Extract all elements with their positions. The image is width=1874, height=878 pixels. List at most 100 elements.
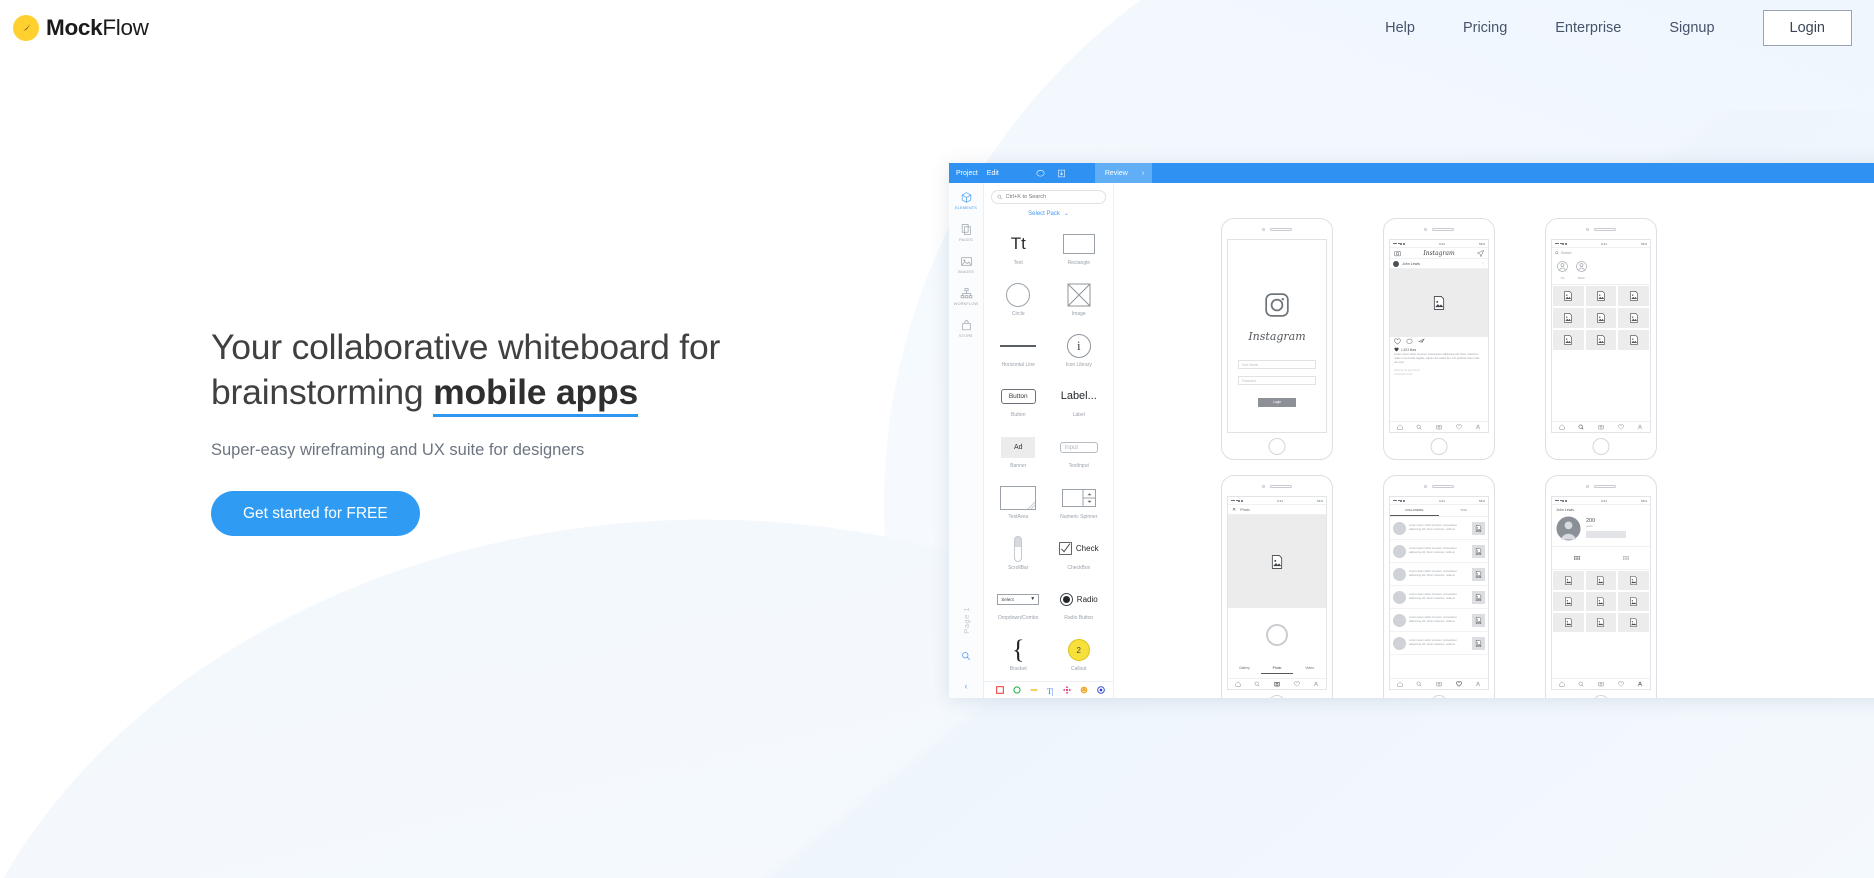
home-icon[interactable] xyxy=(1235,681,1241,687)
palette-item-circle[interactable]: Circle xyxy=(988,275,1049,325)
square-tool-icon[interactable] xyxy=(996,681,1004,698)
move-tool-icon[interactable] xyxy=(1062,681,1071,698)
grid-cell[interactable] xyxy=(1617,591,1650,612)
profile-action-button[interactable] xyxy=(1586,531,1626,538)
camera-icon[interactable] xyxy=(1274,681,1280,687)
grid-view-icon[interactable] xyxy=(1552,547,1601,569)
topbar-menu-edit[interactable]: Edit xyxy=(987,170,999,177)
list-item[interactable]: Lorem ipsum dolor sit amet, consectetur … xyxy=(1390,540,1488,563)
chevron-left-icon[interactable]: ‹ xyxy=(965,681,968,691)
nav-link-signup[interactable]: Signup xyxy=(1645,12,1738,44)
home-icon[interactable] xyxy=(1559,681,1565,687)
magnifier-icon[interactable] xyxy=(961,648,971,666)
tab-you[interactable]: YOU xyxy=(1439,505,1488,516)
sidebar-item-elements[interactable]: ELEMENTS xyxy=(949,191,983,210)
share-icon[interactable] xyxy=(1418,338,1425,345)
grid-cell[interactable] xyxy=(1552,307,1585,329)
list-item[interactable]: Lorem ipsum dolor sit amet, consectetur … xyxy=(1390,632,1488,655)
palette-item-textarea[interactable]: TextArea xyxy=(988,478,1049,528)
grid-cell[interactable] xyxy=(1617,570,1650,591)
camera-icon[interactable] xyxy=(1394,250,1401,257)
heart-icon[interactable] xyxy=(1394,338,1401,345)
shutter-button[interactable] xyxy=(1266,624,1288,646)
grid-cell[interactable] xyxy=(1584,307,1618,329)
camera-icon[interactable] xyxy=(1436,424,1442,430)
heart-icon[interactable] xyxy=(1455,424,1462,430)
login-submit-button[interactable]: Login xyxy=(1258,398,1296,407)
grid-cell[interactable] xyxy=(1617,329,1650,351)
password-field[interactable]: Password xyxy=(1238,376,1316,385)
sidebar-item-store[interactable]: STORE xyxy=(949,319,983,338)
wireframe-screen-profile[interactable]: 9:41 54% John Lewis 200 posts xyxy=(1545,475,1657,698)
nav-link-help[interactable]: Help xyxy=(1361,12,1439,44)
list-item[interactable]: Lorem ipsum dolor sit amet, consectetur … xyxy=(1390,586,1488,609)
camera-icon[interactable] xyxy=(1598,424,1604,430)
grid-cell[interactable] xyxy=(1584,591,1618,612)
grid-cell[interactable] xyxy=(1584,285,1618,307)
palette-search-input[interactable] xyxy=(1005,194,1100,200)
palette-item-icon-library[interactable]: i Icon Library xyxy=(1049,326,1110,376)
grid-cell[interactable] xyxy=(1617,285,1650,307)
list-item[interactable]: Lorem ipsum dolor sit amet, consectetur … xyxy=(1390,517,1488,540)
search-icon[interactable] xyxy=(1416,681,1422,687)
circle-tool-icon[interactable] xyxy=(1013,681,1021,698)
select-pack-dropdown[interactable]: Select Pack ⌄ xyxy=(984,210,1113,218)
palette-item-banner[interactable]: Ad Banner xyxy=(988,427,1049,477)
story-item[interactable]: Tim xyxy=(1557,259,1568,280)
design-canvas[interactable]: Instagram User Name Password Login 9:41 … xyxy=(1114,183,1874,698)
close-icon[interactable]: ✕ xyxy=(1232,507,1236,513)
grid-cell[interactable] xyxy=(1552,329,1585,351)
grid-cell[interactable] xyxy=(1552,570,1585,591)
list-item[interactable]: Lorem ipsum dolor sit amet, consectetur … xyxy=(1390,609,1488,632)
story-item[interactable]: Berlin xyxy=(1576,259,1587,280)
more-icon[interactable]: ⋮ xyxy=(1481,261,1485,266)
tab-video[interactable]: Video xyxy=(1293,663,1326,674)
grid-cell[interactable] xyxy=(1584,570,1618,591)
login-button[interactable]: Login xyxy=(1762,9,1852,46)
grid-cell[interactable] xyxy=(1617,307,1650,329)
palette-item-rectangle[interactable]: Rectangle xyxy=(1049,224,1110,274)
wireframe-screen-explore[interactable]: 9:41 54% Search Tim Berlin xyxy=(1545,218,1657,460)
text-tool-icon[interactable]: T| xyxy=(1047,681,1054,698)
export-icon[interactable] xyxy=(1057,169,1066,178)
palette-item-numeric-spinner[interactable]: Numeric Spinner xyxy=(1049,478,1110,528)
camera-icon[interactable] xyxy=(1436,681,1442,687)
brand-logo[interactable]: MockFlow xyxy=(13,14,149,41)
home-icon[interactable] xyxy=(1397,681,1403,687)
explore-search[interactable]: Search xyxy=(1552,248,1650,257)
palette-item-image[interactable]: Image xyxy=(1049,275,1110,325)
palette-item-textinput[interactable]: Input TextInput xyxy=(1049,427,1110,477)
grid-cell[interactable] xyxy=(1584,329,1618,351)
palette-search[interactable] xyxy=(991,190,1106,204)
profile-icon[interactable] xyxy=(1475,424,1481,430)
home-icon[interactable] xyxy=(1397,424,1403,430)
tab-gallery[interactable]: Gallery xyxy=(1228,663,1261,674)
profile-icon[interactable] xyxy=(1475,681,1481,687)
sidebar-item-pages[interactable]: PAGES xyxy=(949,223,983,242)
grid-cell[interactable] xyxy=(1617,612,1650,633)
sidebar-item-workflow[interactable]: WORKFLOW xyxy=(949,287,983,306)
heart-icon[interactable] xyxy=(1617,424,1624,430)
palette-item-radio[interactable]: Radio Radio Button xyxy=(1049,579,1110,629)
profile-icon[interactable] xyxy=(1313,681,1319,687)
palette-item-horizontal-line[interactable]: Horizontal Line xyxy=(988,326,1049,376)
palette-item-checkbox[interactable]: Check CheckBox xyxy=(1049,529,1110,579)
search-icon[interactable] xyxy=(1254,681,1260,687)
profile-icon[interactable] xyxy=(1637,424,1643,430)
comment-icon[interactable] xyxy=(1036,169,1045,178)
grid-cell[interactable] xyxy=(1552,612,1585,633)
search-icon[interactable] xyxy=(1416,424,1422,430)
list-item[interactable]: Lorem ipsum dolor sit amet, consectetur … xyxy=(1390,563,1488,586)
camera-icon[interactable] xyxy=(1598,681,1604,687)
search-icon[interactable] xyxy=(1578,424,1584,430)
tab-following[interactable]: FOLLOWING xyxy=(1390,505,1439,516)
palette-item-text[interactable]: Tt Text xyxy=(988,224,1049,274)
line-tool-icon[interactable] xyxy=(1030,681,1038,698)
comment-icon[interactable] xyxy=(1406,338,1413,345)
palette-item-dropdown[interactable]: Select ▼ Dropdown/Combo xyxy=(988,579,1049,629)
palette-item-button[interactable]: Button Button xyxy=(988,376,1049,426)
nav-link-enterprise[interactable]: Enterprise xyxy=(1531,12,1645,44)
wireframe-screen-camera[interactable]: 9:41 54% ✕ Photo Gallery Photo Video xyxy=(1221,475,1333,698)
heart-icon[interactable] xyxy=(1455,681,1462,687)
emoji-tool-icon[interactable] xyxy=(1080,681,1088,698)
